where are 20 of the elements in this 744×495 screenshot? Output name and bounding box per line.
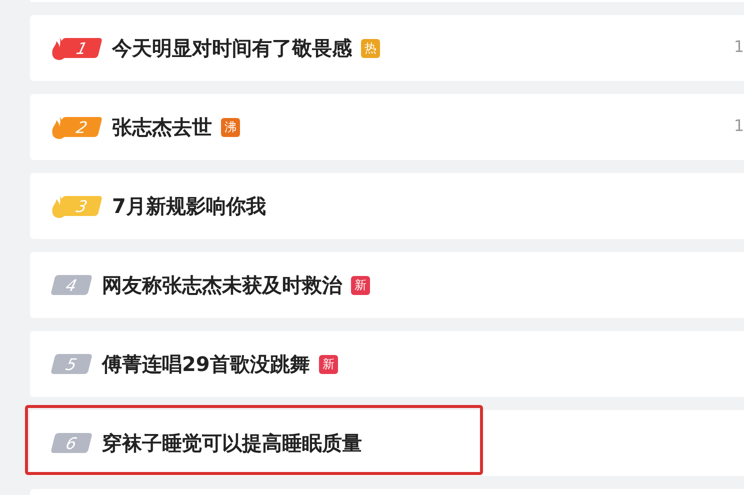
topic-title: 7月新规影响你我 xyxy=(112,192,266,220)
trending-item[interactable]: 5 傅菁连唱29首歌没跳舞 新 xyxy=(30,331,744,397)
heat-count: 1 xyxy=(734,116,744,135)
topic-title: 今天明显对时间有了敬畏感 xyxy=(112,34,352,62)
trending-item[interactable]: 3 7月新规影响你我 xyxy=(30,173,744,239)
tag-badge: 热 xyxy=(361,38,380,58)
trending-item[interactable]: 4 网友称张志杰未获及时救治 新 xyxy=(30,252,744,318)
tag-badge: 新 xyxy=(351,276,370,294)
tag-badge: 新 xyxy=(318,354,338,374)
topic-title: 张志杰去世 xyxy=(112,114,212,140)
topic-title: 网友称张志杰未获及时救治 xyxy=(102,272,342,298)
heat-count: 1 xyxy=(734,37,744,56)
topic-title: 穿袜子睡觉可以提高睡眠质量 xyxy=(102,430,362,456)
topic-title: 傅菁连唱29首歌没跳舞 xyxy=(102,350,310,378)
rank-badge: 5 xyxy=(50,354,92,374)
rank-badge: 6 xyxy=(50,433,92,453)
tag-badge: 沸 xyxy=(221,118,240,136)
trending-item[interactable]: 2 张志杰去世 沸 1 xyxy=(30,94,744,160)
trending-item[interactable]: 1 今天明显对时间有了敬畏感 热 1 xyxy=(30,15,744,81)
rank-badge: 4 xyxy=(50,275,92,295)
